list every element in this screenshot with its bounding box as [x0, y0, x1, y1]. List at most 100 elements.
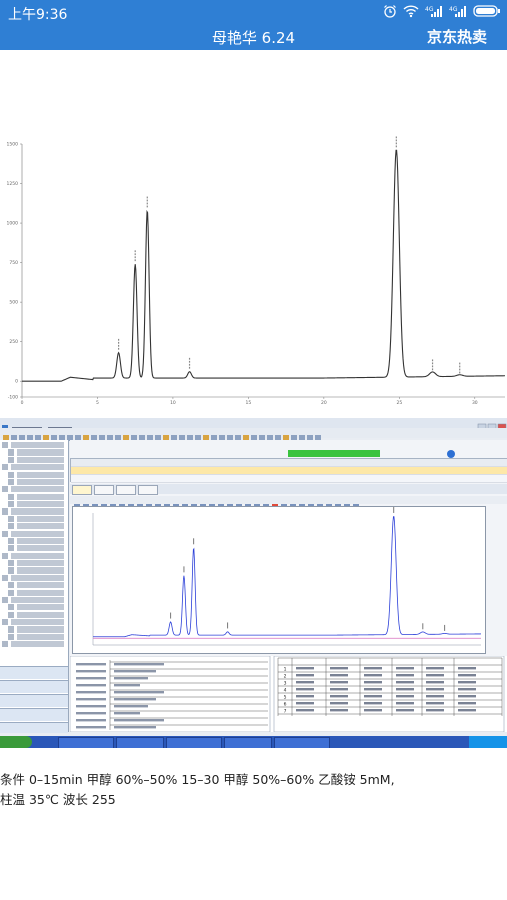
peak-cell-placeholder — [330, 674, 348, 677]
chromatogram-image-1[interactable]: -100 0 250 500 750 1000 1250 1500 0 5 10 15 20 25 30 — [0, 132, 507, 410]
taskbar-item-2[interactable] — [116, 737, 164, 748]
taskbar-item-5[interactable] — [274, 737, 330, 748]
peak-cell-placeholder — [458, 667, 476, 670]
chromatogram-plot: -1000250500750100012501500 0 5 10 15 20 25 30 — [0, 132, 507, 410]
taskbar-item-4[interactable] — [224, 737, 272, 748]
peak-cell-placeholder — [426, 674, 444, 677]
info-label-placeholder — [76, 691, 106, 694]
peak-label-mark — [431, 362, 434, 365]
tree-item[interactable] — [8, 611, 64, 618]
peak-label-mark — [188, 363, 191, 366]
tree-item[interactable] — [8, 582, 64, 589]
tree-item[interactable] — [8, 589, 64, 596]
taskbar-item-3[interactable] — [166, 737, 222, 748]
tree-item[interactable] — [8, 471, 64, 478]
battery-icon — [473, 3, 501, 22]
peak-label-mark — [188, 360, 191, 363]
info-value-placeholder — [114, 705, 148, 708]
start-button[interactable] — [0, 736, 32, 748]
peak-cell-placeholder — [364, 688, 382, 691]
tab-4[interactable] — [138, 485, 158, 495]
tree-item[interactable] — [2, 552, 64, 559]
tree-item[interactable] — [2, 508, 64, 515]
tree-item[interactable] — [2, 641, 64, 648]
info-label-placeholder — [76, 670, 106, 673]
tree-item[interactable] — [8, 515, 64, 522]
peak-label-mark — [422, 623, 424, 630]
peak-label-mark — [118, 344, 120, 347]
peak-cell-placeholder — [458, 681, 476, 684]
svg-text:4G: 4G — [425, 6, 434, 13]
peak-cell-placeholder — [364, 674, 382, 677]
tree-item[interactable] — [8, 560, 64, 567]
peak-cell-placeholder — [330, 688, 348, 691]
tree-item[interactable] — [2, 619, 64, 626]
system-tray — [469, 736, 507, 748]
tree-item[interactable] — [8, 456, 64, 463]
peak-cell-placeholder — [396, 674, 414, 677]
peak-row-number: 2 — [284, 674, 287, 680]
peak-cell-placeholder — [296, 688, 314, 691]
nav-button-4[interactable] — [0, 708, 68, 721]
tree-item[interactable] — [2, 574, 64, 581]
peak-label-mark — [193, 538, 195, 545]
software-main-panel: 1234567 — [69, 440, 507, 733]
tab-2[interactable] — [94, 485, 114, 495]
x-tick-label: 30 — [472, 400, 478, 406]
tree-item[interactable] — [2, 596, 64, 604]
info-value-placeholder — [114, 670, 156, 673]
peak-label-mark — [134, 253, 136, 256]
info-label-placeholder — [76, 705, 106, 708]
peak-label-mark — [393, 506, 395, 513]
nav-button-3[interactable] — [0, 694, 68, 707]
alarm-icon — [383, 3, 397, 22]
tree-item[interactable] — [2, 486, 64, 493]
tree-item[interactable] — [2, 442, 64, 449]
x-tick-label: 25 — [396, 400, 402, 406]
tree-item[interactable] — [8, 626, 64, 633]
peak-cell-placeholder — [296, 702, 314, 705]
peak-label-mark — [188, 357, 191, 360]
tree-item[interactable] — [8, 449, 64, 456]
x-tick-label: 0 — [21, 400, 24, 406]
tree-item[interactable] — [2, 530, 64, 537]
tree-item[interactable] — [8, 567, 64, 574]
info-label-placeholder — [76, 726, 106, 729]
nav-button-2[interactable] — [0, 680, 68, 693]
jd-hot-sale-link[interactable]: 京东热卖 — [427, 26, 487, 47]
peak-cell-placeholder — [330, 667, 348, 670]
tree-item[interactable] — [8, 633, 64, 640]
peak-cell-placeholder — [426, 702, 444, 705]
status-time: 上午9:36 — [8, 7, 68, 23]
info-label-placeholder — [76, 677, 106, 680]
nav-button-1[interactable] — [0, 666, 68, 679]
nav-button-5[interactable] — [0, 722, 68, 733]
peak-cell-placeholder — [458, 674, 476, 677]
peak-row-number: 6 — [284, 702, 287, 708]
info-value-placeholder — [114, 726, 156, 729]
tree-item[interactable] — [2, 464, 64, 471]
info-value-placeholder — [114, 712, 140, 715]
y-tick-label: 750 — [9, 260, 18, 266]
info-label-placeholder — [76, 712, 106, 715]
peak-row-number: 4 — [284, 688, 287, 694]
peak-cell-placeholder — [296, 674, 314, 677]
info-label-placeholder — [76, 684, 106, 687]
tree-item[interactable] — [8, 545, 64, 552]
taskbar-item-1[interactable] — [58, 737, 114, 748]
peak-label-mark — [146, 205, 148, 208]
tree-item[interactable] — [8, 604, 64, 611]
tree-item[interactable] — [8, 478, 64, 486]
tab-3[interactable] — [116, 485, 136, 495]
tree-item[interactable] — [8, 523, 64, 530]
tree-item[interactable] — [8, 493, 64, 500]
tree-item[interactable] — [8, 537, 64, 545]
tree-item[interactable] — [8, 501, 64, 508]
info-icon[interactable] — [447, 450, 455, 458]
peak-cell-placeholder — [296, 667, 314, 670]
peak-label-mark — [431, 365, 434, 368]
software-screenshot[interactable]: 1234567 — [0, 418, 507, 748]
peak-cell-placeholder — [330, 681, 348, 684]
tab-1[interactable] — [72, 485, 92, 495]
peak-row-number: 3 — [284, 681, 287, 687]
